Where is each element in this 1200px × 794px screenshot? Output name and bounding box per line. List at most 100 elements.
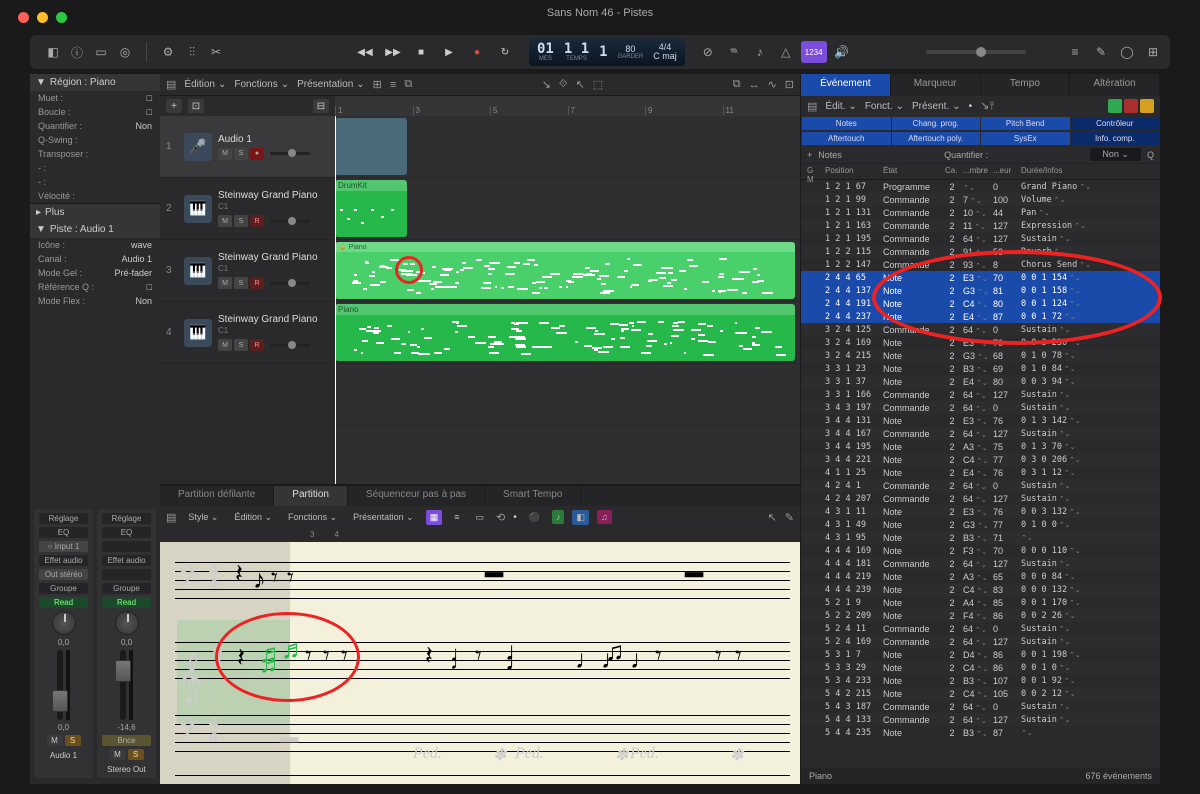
event-row[interactable]: 3 4 4 195Note 2A3 ⌃⌄750 1 3 70 ⌃⌄ [801,440,1160,453]
waveform-zoom-icon[interactable]: ∿ [768,78,777,91]
track-volume[interactable] [270,152,310,155]
lcd-display[interactable]: 01MES 1 1TEMPS 1 80GARDER 4/4C maj [529,38,685,66]
track-header[interactable]: 4 🎹 Steinway Grand Piano C1 MSR [160,302,335,364]
solo-button[interactable]: R [250,339,264,351]
pedal-marking[interactable]: Ped. [413,745,442,763]
mute-button[interactable]: M [110,749,126,760]
event-row[interactable]: 3 2 4 169Note 2E3 ⌃⌄700 0 3 230 ⌃⌄ [801,336,1160,349]
style-menu[interactable]: Style ⌄ [184,510,222,525]
catch-icon[interactable]: ↘⫯ [980,99,994,113]
wrapped-view-icon[interactable]: ▦ [426,510,443,525]
countoff-icon[interactable]: ♪ [749,41,771,63]
track-icon[interactable]: 🎹 [184,319,212,347]
event-edit-menu[interactable]: Édit. ⌄ [825,101,856,112]
event-filter[interactable]: Notes [802,117,891,130]
event-row[interactable]: 3 2 4 215Note 2G3 ⌃⌄680 1 0 78 ⌃⌄ [801,349,1160,362]
event-filter[interactable]: Pitch Bend [981,117,1070,130]
solo-button[interactable]: S [234,215,248,227]
inspector-row[interactable]: Quantifier :Non [30,119,160,133]
event-filter[interactable]: Aftertouch [802,132,891,145]
inspector-row[interactable]: Référence Q :□ [30,280,160,294]
volume-fader[interactable] [120,650,126,720]
add-event-button[interactable]: + [807,150,812,160]
track-icon[interactable]: 🎹 [184,257,212,285]
global-tracks-button[interactable]: ⊟ [313,99,329,113]
event-row[interactable]: 4 3 1 11Note 2E3 ⌃⌄760 0 3 132 ⌃⌄ [801,505,1160,518]
forward-button[interactable]: ▶▶ [381,40,405,64]
score-functions-menu[interactable]: Fonctions ⌄ [284,510,341,525]
inspector-toggle-icon[interactable]: ⓘ [66,41,88,63]
fx-slot[interactable]: Effet audio [102,555,152,566]
event-row[interactable]: 5 4 3 187Commande 264 ⌃⌄0Sustain ⌃⌄ [801,700,1160,713]
event-list[interactable]: 1 2 1 67Programme 2 ⌃⌄0Grand Piano ⌃⌄ 1 … [801,180,1160,768]
bar-ruler[interactable]: 1357911 [335,96,800,116]
part-box-icon[interactable]: ◧ [572,510,589,525]
region-inspector-header[interactable]: ▼ Région : Piano [30,74,160,91]
event-row[interactable]: 4 1 1 25Note 2E4 ⌃⌄760 3 1 12 ⌃⌄ [801,466,1160,479]
track-header[interactable]: 3 🎹 Steinway Grand Piano C1 MSR [160,240,335,302]
plus-disclosure[interactable]: ▸ Plus [30,203,160,221]
flex-icon[interactable]: ⧉ [404,78,412,91]
view-menu[interactable]: Présentation ⌄ [297,79,365,90]
score-view-icon[interactable]: ▤ [166,511,176,524]
event-row[interactable]: 1 2 1 195Commande 264 ⌃⌄127Sustain ⌃⌄ [801,232,1160,245]
edit-menu[interactable]: Édition ⌄ [184,79,226,90]
create-type-icon[interactable] [1124,99,1138,113]
event-row[interactable]: 5 2 4 11Commande 264 ⌃⌄0Sustain ⌃⌄ [801,622,1160,635]
drag-icon[interactable]: ↔ [749,79,760,91]
event-row[interactable]: 5 3 4 233Note 2B3 ⌃⌄1070 0 1 92 ⌃⌄ [801,674,1160,687]
linear-view-icon[interactable]: ≡ [450,510,463,524]
eq-slot[interactable]: EQ [39,527,89,538]
duplicate-track-button[interactable]: ⊡ [188,99,204,113]
loops-icon[interactable]: ◯ [1116,41,1138,63]
arrange-grid[interactable]: DrumKit 🔒 Piano Piano [335,116,800,484]
group-slot[interactable]: Groupe [102,583,152,594]
link-icon[interactable]: ⟐ [559,78,568,91]
editor-tab[interactable]: Partition [274,486,348,506]
mute-button[interactable]: M [218,339,232,351]
master-volume-slider[interactable] [926,50,1026,54]
automation-icon[interactable]: ≡ [390,79,396,91]
view-menu-icon[interactable]: ▤ [166,78,176,91]
event-row[interactable]: 2 4 4 137Note 2G3 ⌃⌄810 0 1 158 ⌃⌄ [801,284,1160,297]
track-icon[interactable]: 🎤 [184,133,212,161]
event-tab[interactable]: Tempo [981,74,1071,96]
inspector-row[interactable]: - : [30,161,160,175]
solo-button[interactable]: S [128,749,144,760]
event-row[interactable]: 4 2 4 207Commande 264 ⌃⌄127Sustain ⌃⌄ [801,492,1160,505]
event-row[interactable]: 3 3 1 166Commande 264 ⌃⌄127Sustain ⌃⌄ [801,388,1160,401]
apply-quantize-button[interactable]: Q [1147,150,1154,160]
editor-tab[interactable]: Smart Tempo [485,486,581,506]
inspector-row[interactable]: Mode Gel :Pré-fader [30,266,160,280]
event-row[interactable]: 1 2 2 147Commande 293 ⌃⌄8Chorus Send ⌃⌄ [801,258,1160,271]
event-filter[interactable]: Aftertouch poly. [892,132,981,145]
toolbar-toggle-icon[interactable]: ▭ [90,41,112,63]
event-row[interactable]: 2 4 4 191Note 2C4 ⌃⌄800 0 1 124 ⌃⌄ [801,297,1160,310]
event-row[interactable]: 1 2 1 99Commande 27 ⌃⌄100Volume ⌃⌄ [801,193,1160,206]
event-row[interactable]: 3 3 1 23Note 2B3 ⌃⌄690 1 0 84 ⌃⌄ [801,362,1160,375]
event-functions-menu[interactable]: Fonct. ⌄ [865,101,904,112]
event-row[interactable]: 5 3 3 29Note 2C4 ⌃⌄860 0 1 0 ⌃⌄ [801,661,1160,674]
inspector-row[interactable]: Muet :□ [30,91,160,105]
event-row[interactable]: 3 4 3 197Commande 264 ⌃⌄0Sustain ⌃⌄ [801,401,1160,414]
inspector-row[interactable]: Canal :Audio 1 [30,252,160,266]
event-view-icon[interactable]: ▤ [807,100,817,113]
input-slot[interactable]: ○ Input 1 [39,541,89,552]
pedal-release[interactable]: ✽ [615,745,628,765]
insert-defaults-icon[interactable]: ♪ [552,510,565,524]
inspector-row[interactable]: - : [30,175,160,189]
setting-button[interactable]: Réglage [39,513,89,524]
master-vol-icon[interactable]: 🔊 [831,41,853,63]
event-tab[interactable]: Événement [801,74,891,96]
solo-button[interactable]: R [250,277,264,289]
event-row[interactable]: 5 4 4 235Note 2B3 ⌃⌄87 ⌃⌄ [801,726,1160,739]
track-volume[interactable] [270,220,310,223]
event-row[interactable]: 3 4 4 221Note 2C4 ⌃⌄770 3 0 206 ⌃⌄ [801,453,1160,466]
event-row[interactable]: 2 4 4 65Note 2E3 ⌃⌄700 0 1 154 ⌃⌄ [801,271,1160,284]
list-editors-icon[interactable]: ≡ [1064,41,1086,63]
marquee-tool-icon[interactable]: ⬚ [593,78,603,91]
sliders-icon[interactable]: ⫶⫶ [181,41,203,63]
pedal-marking[interactable]: Ped. [630,745,659,763]
event-row[interactable]: 5 4 2 215Note 2C4 ⌃⌄1050 0 2 12 ⌃⌄ [801,687,1160,700]
event-row[interactable]: 5 3 1 7Note 2D4 ⌃⌄860 0 1 198 ⌃⌄ [801,648,1160,661]
